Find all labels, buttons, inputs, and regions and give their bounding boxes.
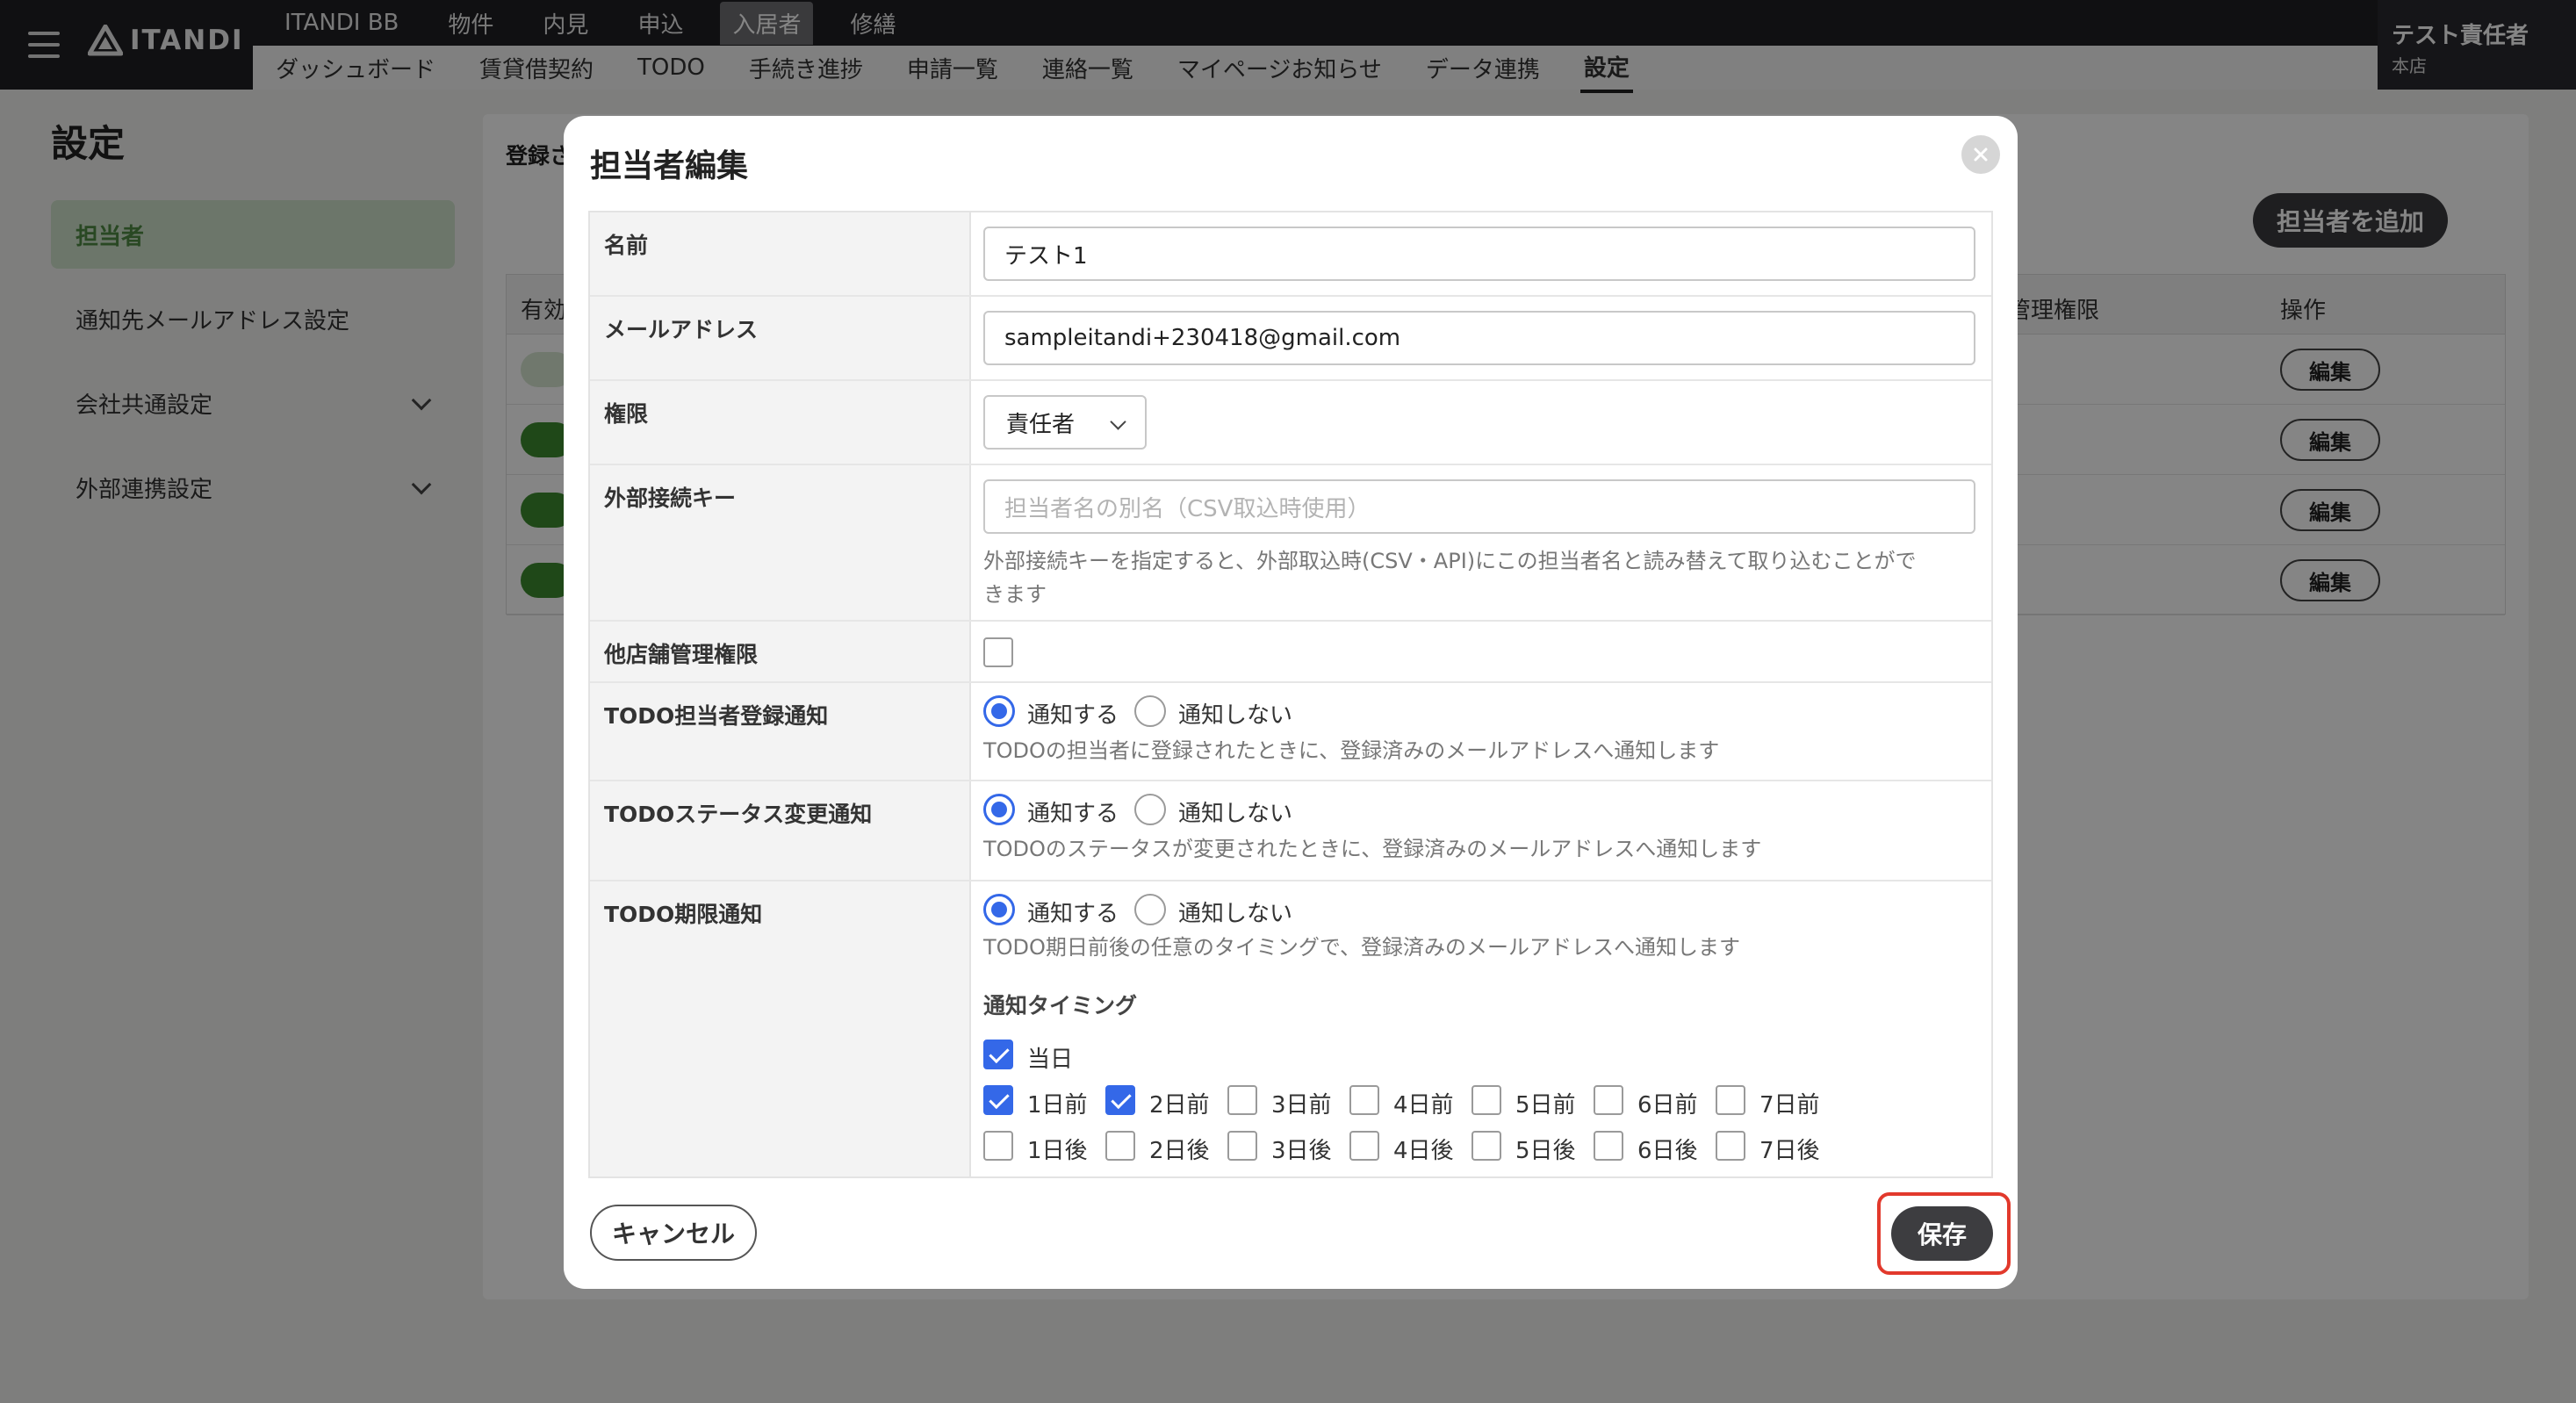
edit-staff-modal: 担当者編集 名前 テスト1 メールアドレス sampleitandi+23041… bbox=[564, 116, 2018, 1289]
role-row: 権限 責任者 bbox=[590, 381, 1991, 465]
todo-status-no-notify-label[interactable]: 通知しない bbox=[1178, 795, 1292, 828]
email-input[interactable]: sampleitandi+230418@gmail.com bbox=[983, 311, 1975, 365]
todo-deadline-no-notify-radio[interactable] bbox=[1134, 894, 1166, 925]
timing-label-1-day-after[interactable]: 1日後 bbox=[1027, 1133, 1088, 1165]
timing-label-same-day[interactable]: 当日 bbox=[1027, 1041, 1073, 1074]
todo-status-help: TODOのステータスが変更されたときに、登録済みのメールアドレスへ通知します bbox=[983, 837, 1762, 861]
timing-checkbox-1-day-before[interactable] bbox=[983, 1085, 1013, 1115]
other-store-row: 他店舗管理権限 bbox=[590, 622, 1991, 683]
timing-label-3-day-before[interactable]: 3日前 bbox=[1271, 1087, 1332, 1119]
todo-assign-notify-radio[interactable] bbox=[983, 695, 1015, 727]
external-key-input[interactable]: 担当者名の別名（CSV取込時使用） bbox=[983, 479, 1975, 534]
todo-deadline-notify-radio[interactable] bbox=[983, 894, 1015, 925]
timing-checkbox-2-day-after[interactable] bbox=[1105, 1131, 1135, 1161]
timing-label-5-day-before[interactable]: 5日前 bbox=[1515, 1087, 1576, 1119]
timing-checkbox-5-day-after[interactable] bbox=[1471, 1131, 1501, 1161]
timing-label-2-day-after[interactable]: 2日後 bbox=[1149, 1133, 1210, 1165]
todo-assign-help: TODOの担当者に登録されたときに、登録済みのメールアドレスへ通知します bbox=[983, 738, 1720, 763]
name-row: 名前 テスト1 bbox=[590, 212, 1991, 297]
timing-checkbox-2-day-before[interactable] bbox=[1105, 1085, 1135, 1115]
timing-checkbox-1-day-after[interactable] bbox=[983, 1131, 1013, 1161]
role-select-value: 責任者 bbox=[1006, 411, 1076, 438]
todo-deadline-row: TODO期限通知 通知する 通知しない TODO期日前後の任意のタイミングで、登… bbox=[590, 881, 1991, 1176]
todo-status-label: TODOステータス変更通知 bbox=[590, 781, 971, 880]
external-key-label: 外部接続キー bbox=[590, 465, 971, 620]
timing-checkbox-6-day-after[interactable] bbox=[1594, 1131, 1623, 1161]
name-input[interactable]: テスト1 bbox=[983, 227, 1975, 281]
todo-status-notify-radio[interactable] bbox=[983, 794, 1015, 825]
name-label: 名前 bbox=[590, 212, 971, 295]
todo-assign-row: TODO担当者登録通知 通知する 通知しない TODOの担当者に登録されたときに… bbox=[590, 683, 1991, 781]
email-row: メールアドレス sampleitandi+230418@gmail.com bbox=[590, 297, 1991, 381]
timing-label-3-day-after[interactable]: 3日後 bbox=[1271, 1133, 1332, 1165]
other-store-label: 他店舗管理権限 bbox=[590, 622, 971, 681]
todo-status-notify-label[interactable]: 通知する bbox=[1027, 795, 1119, 828]
todo-assign-notify-label[interactable]: 通知する bbox=[1027, 697, 1119, 730]
todo-deadline-label: TODO期限通知 bbox=[590, 881, 971, 1176]
todo-assign-no-notify-radio[interactable] bbox=[1134, 695, 1166, 727]
timing-label-7-day-before[interactable]: 7日前 bbox=[1759, 1087, 1820, 1119]
todo-status-row: TODOステータス変更通知 通知する 通知しない TODOのステータスが変更され… bbox=[590, 781, 1991, 881]
todo-deadline-no-notify-label[interactable]: 通知しない bbox=[1178, 896, 1292, 928]
cancel-button[interactable]: キャンセル bbox=[590, 1205, 757, 1261]
todo-deadline-help: TODO期日前後の任意のタイミングで、登録済みのメールアドレスへ通知します bbox=[983, 935, 1740, 960]
save-button[interactable]: 保存 bbox=[1891, 1206, 1993, 1261]
chevron-down-icon bbox=[1110, 414, 1126, 430]
timing-checkbox-5-day-before[interactable] bbox=[1471, 1085, 1501, 1115]
other-store-checkbox[interactable] bbox=[983, 637, 1013, 667]
staff-form: 名前 テスト1 メールアドレス sampleitandi+230418@gmai… bbox=[588, 211, 1993, 1178]
timing-label-6-day-before[interactable]: 6日前 bbox=[1637, 1087, 1698, 1119]
timing-label-4-day-after[interactable]: 4日後 bbox=[1393, 1133, 1454, 1165]
todo-assign-no-notify-label[interactable]: 通知しない bbox=[1178, 697, 1292, 730]
external-key-row: 外部接続キー 担当者名の別名（CSV取込時使用） 外部接続キーを指定すると、外部… bbox=[590, 465, 1991, 622]
todo-status-no-notify-radio[interactable] bbox=[1134, 794, 1166, 825]
timing-label-5-day-after[interactable]: 5日後 bbox=[1515, 1133, 1576, 1165]
timing-label-6-day-after[interactable]: 6日後 bbox=[1637, 1133, 1698, 1165]
role-label: 権限 bbox=[590, 381, 971, 464]
timing-label-1-day-before[interactable]: 1日前 bbox=[1027, 1087, 1088, 1119]
external-key-help-line1: 外部接続キーを指定すると、外部取込時(CSV・API)にこの担当者名と読み替えて… bbox=[983, 549, 1917, 573]
external-key-help-line2: きます bbox=[983, 582, 1047, 607]
timing-checkbox-same-day[interactable] bbox=[983, 1040, 1013, 1069]
todo-deadline-notify-label[interactable]: 通知する bbox=[1027, 896, 1119, 928]
todo-assign-label: TODO担当者登録通知 bbox=[590, 683, 971, 780]
timing-checkbox-4-day-after[interactable] bbox=[1349, 1131, 1379, 1161]
timing-checkbox-7-day-after[interactable] bbox=[1716, 1131, 1745, 1161]
modal-title: 担当者編集 bbox=[590, 148, 749, 184]
timing-checkbox-6-day-before[interactable] bbox=[1594, 1085, 1623, 1115]
timing-checkbox-3-day-before[interactable] bbox=[1227, 1085, 1257, 1115]
timing-label-2-day-before[interactable]: 2日前 bbox=[1149, 1087, 1210, 1119]
timing-checkbox-4-day-before[interactable] bbox=[1349, 1085, 1379, 1115]
close-button[interactable] bbox=[1961, 135, 2000, 174]
role-select[interactable]: 責任者 bbox=[983, 395, 1147, 450]
external-key-help: 外部接続キーを指定すると、外部取込時(CSV・API)にこの担当者名と読み替えて… bbox=[983, 544, 1975, 611]
timing-label-7-day-after[interactable]: 7日後 bbox=[1759, 1133, 1820, 1165]
timing-checkbox-3-day-after[interactable] bbox=[1227, 1131, 1257, 1161]
close-icon bbox=[1974, 147, 1988, 162]
timing-heading: 通知タイミング bbox=[983, 993, 1138, 1018]
email-label: メールアドレス bbox=[590, 297, 971, 379]
timing-label-4-day-before[interactable]: 4日前 bbox=[1393, 1087, 1454, 1119]
timing-checkbox-7-day-before[interactable] bbox=[1716, 1085, 1745, 1115]
